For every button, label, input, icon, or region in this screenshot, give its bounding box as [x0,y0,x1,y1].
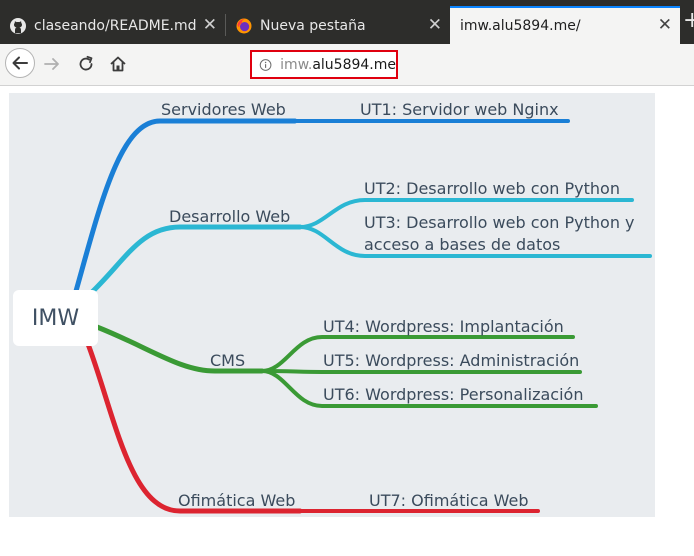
back-button[interactable] [5,48,35,78]
navigation-bar: imw.alu5894.me [0,44,694,86]
connector-ut5 [260,369,582,374]
node-ut2: UT2: Desarrollo web con Python [364,179,620,198]
node-ut7: UT7: Ofimática Web [369,491,529,510]
url-domain: alu5894.me [312,56,396,73]
tab-label: imw.alu5894.me/ [460,18,581,34]
page-content: IMW Servidores Web UT1: Servidor web Ngi… [0,86,694,556]
github-icon [10,18,26,34]
node-ut3-line2: acceso a bases de datos [364,235,561,254]
close-tab-icon[interactable]: ✕ [658,17,672,34]
url-bar[interactable]: imw.alu5894.me [250,50,398,79]
url-prefix: imw. [280,56,313,73]
tab-active[interactable]: imw.alu5894.me/ ✕ [450,6,680,44]
connector-desarrollo [87,224,303,297]
node-ut3-line1: UT3: Desarrollo web con Python y [364,213,635,232]
info-icon[interactable] [259,57,272,73]
close-tab-icon[interactable]: ✕ [203,17,217,34]
home-icon[interactable] [108,54,128,74]
node-ofimatica-web: Ofimática Web [178,491,296,510]
node-cms: CMS [210,351,246,370]
tab-new[interactable]: Nueva pestaña ✕ [226,8,450,44]
new-tab-icon[interactable]: + [683,10,694,32]
close-tab-icon[interactable]: ✕ [428,17,442,34]
node-ut4: UT4: Wordpress: Implantación [323,317,564,336]
node-ut1: UT1: Servidor web Nginx [360,100,559,119]
mindmap-root: IMW [13,290,98,346]
tab-strip: claseando/README.md ✕ Nueva pestaña ✕ im… [0,0,694,44]
node-ut5: UT5: Wordpress: Administración [323,351,580,370]
node-servidores-web: Servidores Web [161,100,286,119]
connector-servidores [73,118,298,294]
tab-readme[interactable]: claseando/README.md ✕ [0,8,225,44]
tab-label: Nueva pestaña [260,18,366,34]
reload-icon[interactable] [76,54,96,74]
tab-label: claseando/README.md [34,18,197,34]
node-ut6: UT6: Wordpress: Personalización [323,385,584,404]
firefox-icon [236,18,252,34]
node-desarrollo-web: Desarrollo Web [169,207,291,226]
arrow-left-icon [12,56,28,70]
url-text: imw.alu5894.me [280,57,396,73]
forward-icon[interactable] [42,54,62,74]
